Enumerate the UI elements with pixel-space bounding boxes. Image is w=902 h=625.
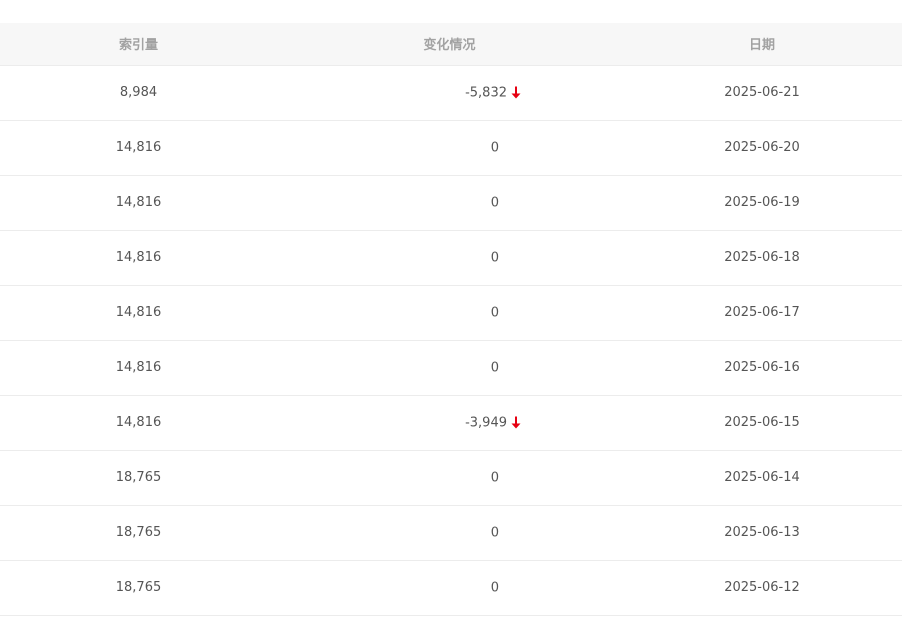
change-value-wrap: 0 bbox=[491, 250, 499, 265]
index-count-cell: 14,816 bbox=[0, 120, 277, 176]
table-row: 14,816 -3,949 2025-06-15 bbox=[0, 395, 902, 451]
change-value-wrap: -5,832 bbox=[465, 85, 521, 100]
change-cell: 0 bbox=[277, 175, 622, 231]
index-history-table: 索引量 变化情况 日期 8,984 -5,832 2025-06-21 14,816 0… bbox=[0, 23, 902, 616]
date-cell: 2025-06-13 bbox=[622, 505, 902, 561]
down-arrow-icon bbox=[511, 86, 521, 99]
change-value: -3,949 bbox=[465, 415, 507, 430]
table-row: 14,816 0 2025-06-17 bbox=[0, 285, 902, 341]
change-value: 0 bbox=[490, 305, 499, 320]
change-value-wrap: 0 bbox=[491, 580, 499, 595]
date-cell: 2025-06-12 bbox=[622, 560, 902, 616]
date-cell: 2025-06-17 bbox=[622, 285, 902, 341]
change-value-wrap: 0 bbox=[491, 195, 499, 210]
table-row: 14,816 0 2025-06-19 bbox=[0, 175, 902, 231]
change-cell: 0 bbox=[277, 340, 622, 396]
change-value: 0 bbox=[490, 195, 499, 210]
table-row: 14,816 0 2025-06-18 bbox=[0, 230, 902, 286]
change-value: -5,832 bbox=[465, 85, 507, 100]
date-cell: 2025-06-20 bbox=[622, 120, 902, 176]
index-count-cell: 14,816 bbox=[0, 230, 277, 286]
index-count-cell: 8,984 bbox=[0, 65, 277, 121]
table-header: 索引量 变化情况 日期 bbox=[0, 23, 902, 66]
index-count-cell: 14,816 bbox=[0, 285, 277, 341]
change-value: 0 bbox=[490, 470, 499, 485]
index-history-table-container: 索引量 变化情况 日期 8,984 -5,832 2025-06-21 14,816 0… bbox=[0, 23, 902, 616]
index-count-cell: 18,765 bbox=[0, 560, 277, 616]
index-count-cell: 14,816 bbox=[0, 175, 277, 231]
date-cell: 2025-06-21 bbox=[622, 65, 902, 121]
table-row: 18,765 0 2025-06-13 bbox=[0, 505, 902, 561]
table-row: 8,984 -5,832 2025-06-21 bbox=[0, 65, 902, 121]
table-row: 18,765 0 2025-06-14 bbox=[0, 450, 902, 506]
change-value: 0 bbox=[490, 140, 499, 155]
change-cell: 0 bbox=[277, 285, 622, 341]
header-index-count[interactable]: 索引量 bbox=[0, 23, 277, 66]
change-cell: 0 bbox=[277, 505, 622, 561]
change-value: 0 bbox=[490, 525, 499, 540]
change-value: 0 bbox=[490, 250, 499, 265]
date-cell: 2025-06-14 bbox=[622, 450, 902, 506]
change-value-wrap: 0 bbox=[491, 305, 499, 320]
index-count-cell: 14,816 bbox=[0, 395, 277, 451]
header-change[interactable]: 变化情况 bbox=[277, 23, 622, 66]
header-row: 索引量 变化情况 日期 bbox=[0, 23, 902, 66]
change-cell: -3,949 bbox=[277, 395, 622, 451]
table-body: 8,984 -5,832 2025-06-21 14,816 0 2025-06-20 14… bbox=[0, 65, 902, 616]
date-cell: 2025-06-19 bbox=[622, 175, 902, 231]
index-count-cell: 14,816 bbox=[0, 340, 277, 396]
table-row: 14,816 0 2025-06-20 bbox=[0, 120, 902, 176]
table-row: 18,765 0 2025-06-12 bbox=[0, 560, 902, 616]
table-row: 14,816 0 2025-06-16 bbox=[0, 340, 902, 396]
change-value-wrap: 0 bbox=[491, 140, 499, 155]
change-cell: 0 bbox=[277, 450, 622, 506]
change-cell: -5,832 bbox=[277, 65, 622, 121]
change-cell: 0 bbox=[277, 120, 622, 176]
down-arrow-icon bbox=[511, 416, 521, 429]
change-cell: 0 bbox=[277, 230, 622, 286]
date-cell: 2025-06-15 bbox=[622, 395, 902, 451]
change-value: 0 bbox=[490, 580, 499, 595]
change-value-wrap: -3,949 bbox=[465, 415, 521, 430]
date-cell: 2025-06-18 bbox=[622, 230, 902, 286]
change-cell: 0 bbox=[277, 560, 622, 616]
change-value: 0 bbox=[490, 360, 499, 375]
change-value-wrap: 0 bbox=[491, 525, 499, 540]
header-date[interactable]: 日期 bbox=[622, 23, 902, 66]
change-value-wrap: 0 bbox=[491, 470, 499, 485]
date-cell: 2025-06-16 bbox=[622, 340, 902, 396]
index-count-cell: 18,765 bbox=[0, 450, 277, 506]
index-count-cell: 18,765 bbox=[0, 505, 277, 561]
change-value-wrap: 0 bbox=[491, 360, 499, 375]
